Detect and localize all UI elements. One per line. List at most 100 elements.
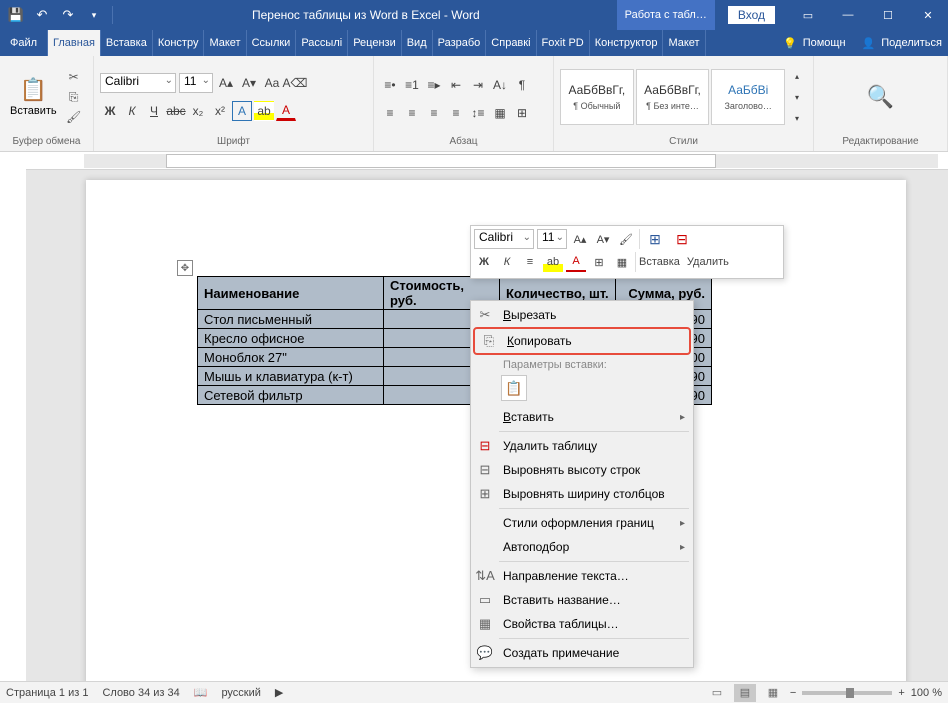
tab-design[interactable]: Констру: [153, 30, 205, 56]
ctx-text-direction[interactable]: ⇅A Направление текста…: [471, 564, 693, 588]
styles-up-icon[interactable]: ▴: [787, 66, 807, 86]
tab-foxit[interactable]: Foxit PD: [537, 30, 590, 56]
tab-home[interactable]: Главная: [48, 30, 101, 56]
tab-mailings[interactable]: Рассылі: [296, 30, 348, 56]
ctx-new-comment[interactable]: 💬 Создать примечание: [471, 641, 693, 665]
highlight-icon[interactable]: ab: [254, 101, 274, 121]
mini-borders-icon[interactable]: ⊞: [589, 252, 609, 272]
italic-button[interactable]: К: [122, 101, 142, 121]
ctx-distribute-cols[interactable]: ⊞ Выровнять ширину столбцов: [471, 482, 693, 506]
tab-references[interactable]: Ссылки: [247, 30, 297, 56]
mini-align-icon[interactable]: ≡: [520, 252, 540, 272]
style-nospacing[interactable]: АаБбВвГг, ¶ Без инте…: [636, 69, 710, 125]
paste-option-icon[interactable]: 📋: [501, 375, 527, 401]
save-icon[interactable]: 💾: [4, 3, 28, 27]
ctx-insert-caption[interactable]: ▭ Вставить название…: [471, 588, 693, 612]
mini-insert-label[interactable]: Вставка: [639, 256, 680, 268]
copy-icon[interactable]: ⎘: [65, 88, 83, 106]
tab-layout2[interactable]: Макет: [663, 30, 705, 56]
qat-dropdown-icon[interactable]: ▾: [82, 3, 106, 27]
share-icon[interactable]: 👤: [862, 37, 876, 50]
share-label[interactable]: Поделиться: [881, 37, 942, 49]
styles-more-icon[interactable]: ▾: [787, 108, 807, 128]
paste-button[interactable]: 📋 Вставить: [6, 75, 61, 119]
zoom-in-icon[interactable]: +: [898, 687, 904, 699]
horizontal-ruler[interactable]: [26, 152, 948, 170]
superscript-button[interactable]: x²: [210, 101, 230, 121]
borders-icon[interactable]: ⊞: [512, 103, 532, 123]
zoom-out-icon[interactable]: −: [790, 687, 796, 699]
tab-help[interactable]: Справкі: [486, 30, 536, 56]
mini-size-combo[interactable]: 11: [537, 229, 567, 249]
cell[interactable]: Мышь и клавиатура (к-т): [198, 367, 384, 386]
multilevel-icon[interactable]: ≡▸: [424, 75, 444, 95]
ctx-delete-table[interactable]: ⊟ Удалить таблицу: [471, 434, 693, 458]
subscript-button[interactable]: x₂: [188, 101, 208, 121]
text-effects-icon[interactable]: A: [232, 101, 252, 121]
increase-indent-icon[interactable]: ⇥: [468, 75, 488, 95]
tell-me-label[interactable]: Помощн: [803, 37, 846, 49]
cell[interactable]: Моноблок 27": [198, 348, 384, 367]
cell[interactable]: Кресло офисное: [198, 329, 384, 348]
align-center-icon[interactable]: ≡: [402, 103, 422, 123]
mini-grow-font-icon[interactable]: A▴: [570, 229, 590, 249]
line-spacing-icon[interactable]: ↕≡: [468, 103, 488, 123]
mini-shrink-font-icon[interactable]: A▾: [593, 229, 613, 249]
shrink-font-icon[interactable]: A▾: [239, 73, 259, 93]
tell-me-icon[interactable]: 💡: [783, 37, 797, 50]
ribbon-options-icon[interactable]: ▭: [788, 0, 828, 30]
read-mode-icon[interactable]: ▭: [706, 684, 728, 702]
mini-format-painter-icon[interactable]: 🖌: [616, 229, 636, 249]
sort-icon[interactable]: A↓: [490, 75, 510, 95]
ctx-cut[interactable]: ✂ Вырезать: [471, 303, 693, 327]
tab-developer[interactable]: Разрабо: [433, 30, 487, 56]
ctx-paste[interactable]: Вставить ▸: [471, 405, 693, 429]
tab-layout[interactable]: Макет: [204, 30, 246, 56]
justify-icon[interactable]: ≡: [446, 103, 466, 123]
font-color-icon[interactable]: A: [276, 101, 296, 121]
ctx-border-styles[interactable]: Стили оформления границ ▸: [471, 511, 693, 535]
grow-font-icon[interactable]: A▴: [216, 73, 236, 93]
numbering-icon[interactable]: ≡1: [402, 75, 422, 95]
mini-shading-icon[interactable]: ▦: [612, 252, 632, 272]
decrease-indent-icon[interactable]: ⇤: [446, 75, 466, 95]
styles-down-icon[interactable]: ▾: [787, 87, 807, 107]
proofing-icon[interactable]: 📖: [194, 686, 208, 699]
status-page[interactable]: Страница 1 из 1: [6, 687, 88, 699]
mini-font-combo[interactable]: Calibri: [474, 229, 534, 249]
ctx-copy[interactable]: ⎘ Копировать: [475, 329, 689, 353]
mini-font-color-icon[interactable]: A: [566, 252, 586, 272]
bold-button[interactable]: Ж: [100, 101, 120, 121]
format-painter-icon[interactable]: 🖌: [65, 108, 83, 126]
tab-insert[interactable]: Вставка: [101, 30, 153, 56]
show-marks-icon[interactable]: ¶: [512, 75, 532, 95]
redo-icon[interactable]: ↷: [56, 3, 80, 27]
cut-icon[interactable]: ✂: [65, 68, 83, 86]
mini-italic-button[interactable]: К: [497, 252, 517, 272]
table-move-handle-icon[interactable]: ✥: [177, 260, 193, 276]
clear-format-icon[interactable]: A⌫: [285, 73, 305, 93]
ctx-table-properties[interactable]: ▦ Свойства таблицы…: [471, 612, 693, 636]
close-icon[interactable]: ✕: [908, 0, 948, 30]
mini-delete-icon[interactable]: ⊟: [670, 229, 694, 249]
style-normal[interactable]: АаБбВвГг, ¶ Обычный: [560, 69, 634, 125]
ctx-autofit[interactable]: Автоподбор ▸: [471, 535, 693, 559]
find-button[interactable]: 🔍: [863, 82, 898, 112]
ctx-distribute-rows[interactable]: ⊟ Выровнять высоту строк: [471, 458, 693, 482]
mini-insert-icon[interactable]: ⊞: [643, 229, 667, 249]
mini-delete-label[interactable]: Удалить: [687, 256, 729, 268]
style-heading1[interactable]: АаБбВі Заголово…: [711, 69, 785, 125]
font-name-combo[interactable]: Calibri: [100, 73, 176, 93]
mini-bold-button[interactable]: Ж: [474, 252, 494, 272]
cell[interactable]: Стол письменный: [198, 310, 384, 329]
tab-review[interactable]: Рецензи: [348, 30, 402, 56]
strike-button[interactable]: abc: [166, 101, 186, 121]
font-size-combo[interactable]: 11: [179, 73, 213, 93]
align-right-icon[interactable]: ≡: [424, 103, 444, 123]
change-case-icon[interactable]: Aa: [262, 73, 282, 93]
maximize-icon[interactable]: ☐: [868, 0, 908, 30]
bullets-icon[interactable]: ≡•: [380, 75, 400, 95]
print-layout-icon[interactable]: ▤: [734, 684, 756, 702]
cell[interactable]: Сетевой фильтр: [198, 386, 384, 405]
align-left-icon[interactable]: ≡: [380, 103, 400, 123]
